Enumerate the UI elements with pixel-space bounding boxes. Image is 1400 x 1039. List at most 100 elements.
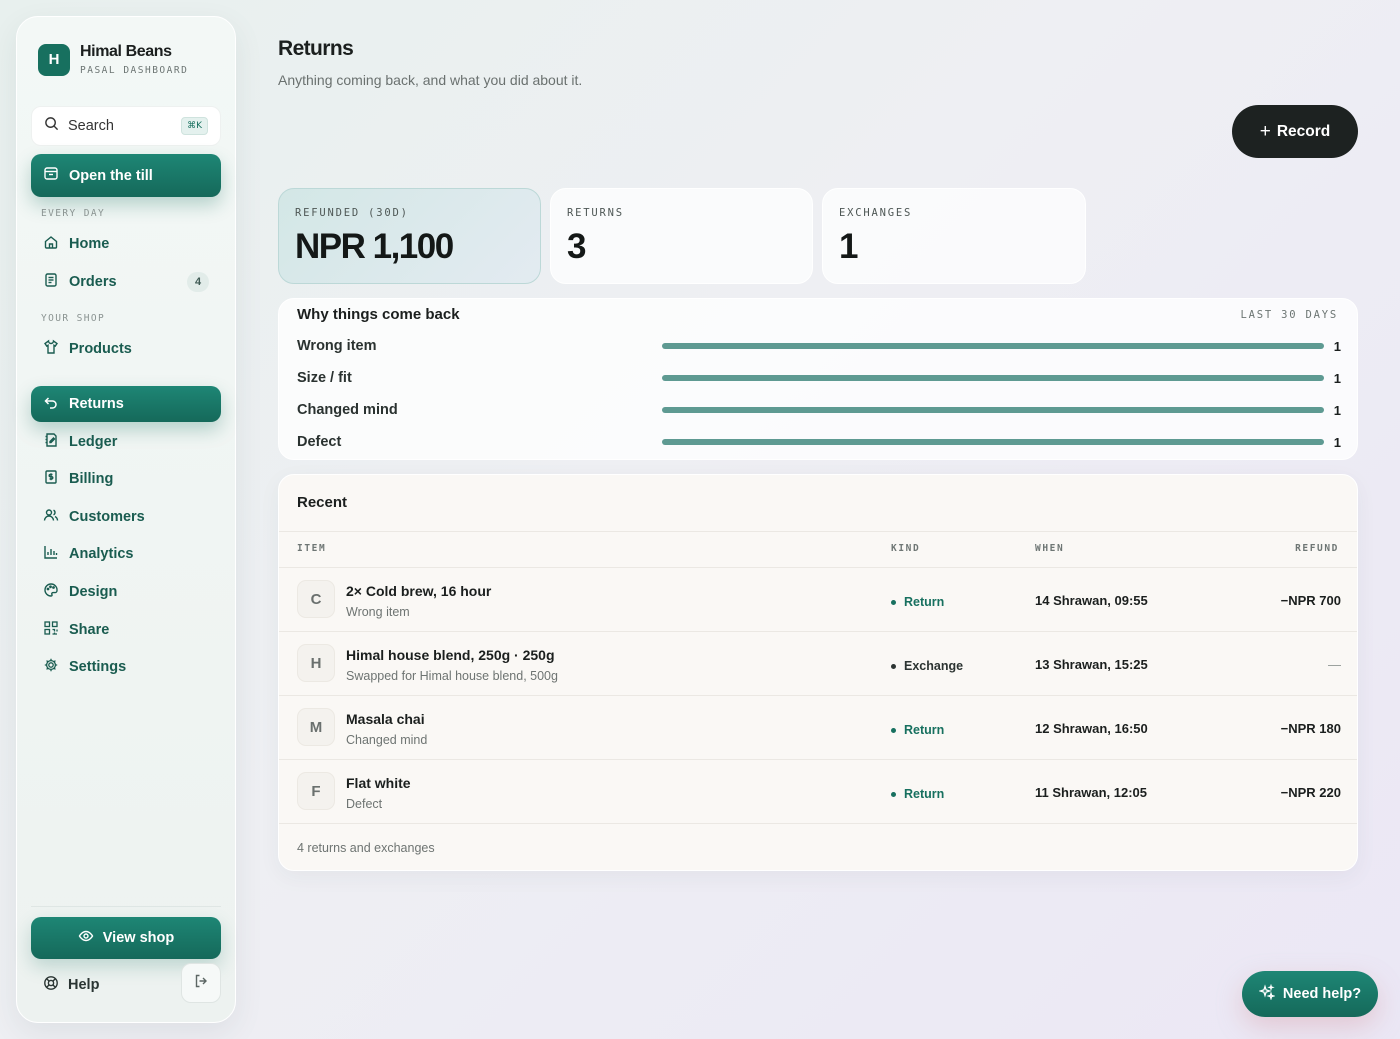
page-title: Returns bbox=[278, 37, 354, 60]
table-row[interactable]: F Flat white Defect Return 11 Shrawan, 1… bbox=[279, 760, 1357, 824]
item-name: Masala chai bbox=[346, 711, 425, 727]
need-help-label: Need help? bbox=[1282, 986, 1362, 1002]
item-when: 14 Shrawan, 09:55 bbox=[1035, 593, 1148, 608]
reasons-period: LAST 30 DAYS bbox=[1240, 309, 1338, 321]
shortcut-badge: ⌘K bbox=[181, 117, 208, 135]
sidebar-item-home[interactable]: Home bbox=[31, 226, 221, 262]
search-icon bbox=[44, 116, 59, 136]
gear-icon bbox=[43, 657, 59, 677]
sidebar-item-settings[interactable]: Settings bbox=[31, 649, 221, 685]
reason-bar bbox=[662, 343, 1324, 349]
kind-label: Exchange bbox=[904, 659, 964, 673]
stat-value: 3 bbox=[567, 227, 586, 266]
sidebar-item-billing[interactable]: Billing bbox=[31, 461, 221, 497]
item-when: 13 Shrawan, 15:25 bbox=[1035, 657, 1148, 672]
brand[interactable]: H Himal Beans PASAL DASHBOARD bbox=[38, 43, 188, 76]
brand-subtitle: PASAL DASHBOARD bbox=[80, 65, 189, 76]
item-avatar: C bbox=[297, 580, 335, 618]
table-row[interactable]: M Masala chai Changed mind Return 12 Shr… bbox=[279, 696, 1357, 760]
logout-button[interactable] bbox=[181, 963, 221, 1003]
orders-icon bbox=[43, 272, 59, 292]
lifebuoy-icon bbox=[43, 975, 59, 995]
reason-bar bbox=[662, 375, 1324, 381]
status-dot bbox=[891, 791, 896, 797]
sparkle-icon bbox=[1258, 983, 1276, 1004]
sidebar-item-share[interactable]: Share bbox=[31, 612, 221, 648]
item-note: Swapped for Himal house blend, 500g bbox=[346, 669, 558, 683]
return-icon bbox=[43, 394, 59, 414]
sidebar-item-returns[interactable]: Returns bbox=[31, 386, 221, 422]
palette-icon bbox=[43, 582, 59, 602]
shirt-icon bbox=[43, 339, 59, 359]
qr-icon bbox=[43, 620, 59, 640]
reason-bar bbox=[662, 407, 1324, 413]
stat-card-returns: RETURNS 3 bbox=[550, 188, 813, 284]
stat-card-exchanges: EXCHANGES 1 bbox=[822, 188, 1086, 284]
status-dot bbox=[891, 663, 896, 669]
column-header-item: ITEM bbox=[297, 543, 327, 554]
divider bbox=[279, 531, 1357, 532]
help-link[interactable]: Help bbox=[43, 975, 99, 995]
page-subtitle: Anything coming back, and what you did a… bbox=[278, 72, 583, 88]
sidebar-item-customers[interactable]: Customers bbox=[31, 499, 221, 535]
sidebar-item-label: Analytics bbox=[69, 546, 134, 562]
reason-label: Defect bbox=[297, 434, 342, 450]
status-dot bbox=[891, 599, 896, 605]
home-icon bbox=[43, 234, 59, 254]
reason-label: Wrong item bbox=[297, 338, 377, 354]
kind-label: Return bbox=[904, 787, 945, 801]
item-when: 11 Shrawan, 12:05 bbox=[1035, 785, 1148, 800]
item-avatar: M bbox=[297, 708, 335, 746]
column-header-refund: REFUND bbox=[1295, 543, 1339, 554]
view-shop-label: View shop bbox=[102, 930, 175, 946]
item-refund: — bbox=[1328, 657, 1341, 672]
users-icon bbox=[43, 507, 59, 527]
help-label: Help bbox=[68, 977, 100, 993]
recent-footer: 4 returns and exchanges bbox=[297, 841, 435, 855]
sidebar-item-label: Orders bbox=[69, 274, 117, 290]
sidebar-item-label: Ledger bbox=[69, 434, 118, 450]
item-avatar: H bbox=[297, 644, 335, 682]
table-row[interactable]: H Himal house blend, 250g · 250g Swapped… bbox=[279, 632, 1357, 696]
reason-label: Size / fit bbox=[297, 370, 352, 386]
reasons-card: Why things come back LAST 30 DAYS Wrong … bbox=[278, 298, 1358, 460]
sidebar-item-label: Share bbox=[69, 622, 110, 638]
reason-row: Defect 1 bbox=[297, 433, 1341, 451]
item-refund: −NPR 700 bbox=[1280, 593, 1341, 608]
search-input[interactable]: Search ⌘K bbox=[31, 106, 221, 146]
item-name: Flat white bbox=[346, 775, 411, 791]
sidebar-item-label: Home bbox=[69, 236, 110, 252]
column-header-kind: KIND bbox=[891, 543, 921, 554]
sidebar-item-products[interactable]: Products bbox=[31, 331, 221, 367]
sidebar-item-design[interactable]: Design bbox=[31, 574, 221, 610]
sidebar-item-label: Billing bbox=[69, 471, 114, 487]
reason-count: 1 bbox=[1333, 338, 1341, 354]
kind-label: Return bbox=[904, 595, 945, 609]
sidebar-item-orders[interactable]: Orders 4 bbox=[31, 264, 221, 300]
brand-name: Himal Beans bbox=[80, 43, 172, 60]
view-shop-button[interactable]: View shop bbox=[31, 917, 221, 959]
item-when: 12 Shrawan, 16:50 bbox=[1035, 721, 1148, 736]
search-placeholder: Search bbox=[68, 118, 114, 134]
reason-bar-track bbox=[662, 343, 1324, 349]
kind-badge: Return bbox=[891, 723, 944, 737]
item-name: 2× Cold brew, 16 hour bbox=[346, 583, 492, 599]
sidebar-item-analytics[interactable]: Analytics bbox=[31, 536, 221, 572]
stat-label: EXCHANGES bbox=[839, 207, 913, 219]
reason-row: Size / fit 1 bbox=[297, 369, 1341, 387]
record-button[interactable]: + Record bbox=[1232, 105, 1358, 158]
need-help-button[interactable]: Need help? bbox=[1242, 971, 1378, 1017]
open-till-button[interactable]: Open the till bbox=[31, 154, 221, 197]
item-note: Changed mind bbox=[346, 733, 428, 747]
sidebar-item-ledger[interactable]: Ledger bbox=[31, 424, 221, 460]
sidebar-item-label: Settings bbox=[69, 659, 127, 675]
table-row[interactable]: C 2× Cold brew, 16 hour Wrong item Retur… bbox=[279, 568, 1357, 632]
kind-label: Return bbox=[904, 723, 945, 737]
stat-card-refunded: REFUNDED (30D) NPR 1,100 bbox=[278, 188, 541, 284]
reason-count: 1 bbox=[1333, 370, 1341, 386]
kind-badge: Exchange bbox=[891, 659, 963, 673]
sidebar-item-label: Customers bbox=[69, 509, 145, 525]
recent-card: Recent ITEM KIND WHEN REFUND C 2× Cold b… bbox=[278, 474, 1358, 871]
stat-value: NPR 1,100 bbox=[295, 227, 454, 266]
section-label-every-day: EVERY DAY bbox=[41, 208, 106, 219]
